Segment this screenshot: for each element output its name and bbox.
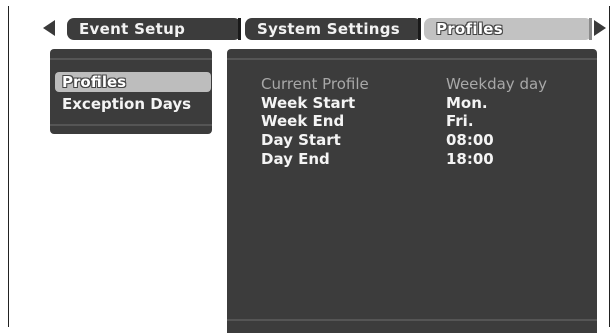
- tab-next-arrow-icon[interactable]: [594, 20, 606, 36]
- current-profile-row: Current Profile Weekday day: [227, 75, 597, 94]
- tab-profiles-label: Profiles: [436, 20, 504, 38]
- panel-divider: [227, 58, 597, 60]
- day-end-value[interactable]: 18:00: [446, 150, 494, 169]
- day-start-label: Day Start: [261, 131, 341, 149]
- menu-divider: [50, 58, 212, 60]
- tab-prev-arrow-icon[interactable]: [43, 20, 55, 36]
- day-start-value[interactable]: 08:00: [446, 131, 494, 150]
- tab-system-settings-label: System Settings: [257, 20, 401, 38]
- menu-item-exception-days-label: Exception Days: [62, 95, 192, 113]
- week-start-row[interactable]: Week Start Mon.: [227, 94, 597, 113]
- week-end-value[interactable]: Fri.: [446, 112, 474, 131]
- week-start-value[interactable]: Mon.: [446, 94, 488, 113]
- week-end-row[interactable]: Week End Fri.: [227, 112, 597, 131]
- menu-item-profiles-label: Profiles: [62, 73, 127, 91]
- current-profile-value: Weekday day: [446, 75, 548, 93]
- week-end-label: Week End: [261, 112, 345, 130]
- osd-screen: Event Setup System Settings Profiles Pro…: [8, 6, 610, 333]
- panel-divider: [227, 319, 597, 321]
- tab-event-setup[interactable]: Event Setup: [67, 18, 241, 40]
- profile-panel: Current Profile Weekday day Week Start M…: [227, 49, 597, 333]
- day-end-label: Day End: [261, 150, 330, 168]
- side-menu: Profiles Exception Days: [50, 49, 212, 134]
- menu-item-profiles[interactable]: Profiles: [55, 72, 211, 92]
- menu-divider: [50, 124, 212, 126]
- tab-system-settings[interactable]: System Settings: [245, 18, 421, 40]
- day-start-row[interactable]: Day Start 08:00: [227, 131, 597, 150]
- tab-event-setup-label: Event Setup: [79, 20, 186, 38]
- menu-item-exception-days[interactable]: Exception Days: [55, 94, 211, 114]
- tab-profiles[interactable]: Profiles: [424, 18, 592, 40]
- current-profile-label: Current Profile: [261, 75, 369, 93]
- week-start-label: Week Start: [261, 94, 356, 112]
- day-end-row[interactable]: Day End 18:00: [227, 150, 597, 169]
